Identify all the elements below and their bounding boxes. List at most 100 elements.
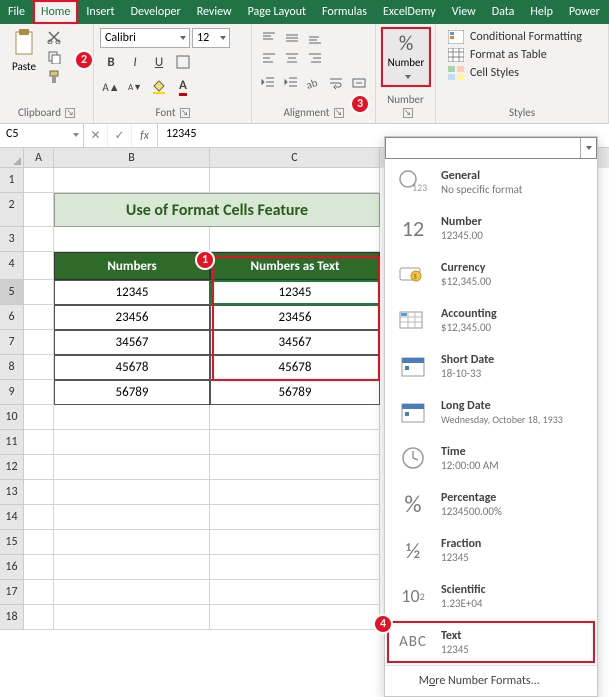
cut-button[interactable] <box>44 28 64 46</box>
conditional-formatting-button[interactable]: Conditional Formatting <box>448 30 596 44</box>
tab-view[interactable]: View <box>444 0 484 24</box>
row-header[interactable]: 12 <box>0 455 24 480</box>
select-all-corner[interactable] <box>0 148 24 168</box>
cell[interactable] <box>24 480 54 505</box>
cell[interactable] <box>210 480 380 505</box>
row-header[interactable]: 3 <box>0 227 24 252</box>
row-header[interactable]: 7 <box>0 330 24 355</box>
row-header[interactable]: 4 <box>0 252 24 280</box>
chevron-down-icon[interactable] <box>580 138 596 158</box>
number-launcher-icon[interactable]: ↘ <box>403 108 413 118</box>
cell[interactable] <box>24 580 54 605</box>
format-text[interactable]: ABC Text12345 <box>385 619 597 665</box>
format-scientific[interactable]: 102 Scientific1.23E+04 <box>385 573 597 619</box>
col-header-a[interactable]: A <box>24 148 54 168</box>
number-format-input[interactable] <box>386 138 580 158</box>
table-header-numbers-as-text[interactable]: Numbers as Text <box>210 252 380 280</box>
row-header[interactable]: 18 <box>0 605 24 630</box>
cell[interactable] <box>54 605 210 630</box>
format-long-date[interactable]: Long DateWednesday, October 18, 1933 <box>385 389 597 435</box>
row-header[interactable]: 9 <box>0 380 24 405</box>
align-right-button[interactable] <box>304 49 326 69</box>
format-time[interactable]: Time12:00:00 AM <box>385 435 597 481</box>
table-cell[interactable]: 12345 <box>54 280 210 305</box>
table-cell[interactable]: 45678 <box>210 355 380 380</box>
table-cell[interactable]: 23456 <box>54 305 210 330</box>
tab-power[interactable]: Power <box>561 0 608 24</box>
align-middle-button[interactable] <box>281 28 303 48</box>
table-cell[interactable]: 34567 <box>54 330 210 355</box>
cell[interactable] <box>24 530 54 555</box>
confirm-entry-button[interactable]: ✓ <box>108 124 132 147</box>
cell[interactable] <box>210 555 380 580</box>
cell[interactable] <box>54 480 210 505</box>
tab-file[interactable]: File <box>0 0 33 24</box>
border-button[interactable] <box>172 51 194 73</box>
row-header[interactable]: 11 <box>0 430 24 455</box>
cell[interactable] <box>24 280 54 305</box>
merge-button[interactable] <box>348 72 369 94</box>
row-header[interactable]: 15 <box>0 530 24 555</box>
font-name-combo[interactable]: Calibri <box>100 28 190 48</box>
cell[interactable] <box>24 455 54 480</box>
cell[interactable] <box>54 430 210 455</box>
format-as-table-button[interactable]: Format as Table <box>448 48 596 62</box>
fill-color-button[interactable] <box>148 76 170 98</box>
cell[interactable] <box>210 580 380 605</box>
more-number-formats[interactable]: More Number Formats... <box>385 665 597 696</box>
cell[interactable] <box>210 530 380 555</box>
cell[interactable] <box>24 380 54 405</box>
tab-exceldemy[interactable]: ExcelDemy <box>375 0 444 24</box>
align-left-button[interactable] <box>258 49 280 69</box>
row-header[interactable]: 1 <box>0 168 24 193</box>
col-header-b[interactable]: B <box>54 148 210 168</box>
cell[interactable] <box>54 405 210 430</box>
underline-button[interactable]: U <box>148 51 170 73</box>
col-header-c[interactable]: C <box>210 148 380 168</box>
paste-button[interactable]: Paste <box>6 28 42 86</box>
cancel-entry-button[interactable]: ✕ <box>84 124 108 147</box>
font-color-button[interactable]: A <box>172 76 194 98</box>
cell[interactable] <box>54 455 210 480</box>
selected-cell[interactable]: 12345 <box>210 280 380 305</box>
row-header[interactable]: 13 <box>0 480 24 505</box>
cell[interactable] <box>54 580 210 605</box>
cell[interactable] <box>54 530 210 555</box>
cell[interactable] <box>24 193 54 227</box>
cell[interactable] <box>24 227 54 252</box>
cell[interactable] <box>210 430 380 455</box>
cell[interactable] <box>24 505 54 530</box>
format-accounting[interactable]: Accounting$12,345.00 <box>385 297 597 343</box>
table-cell[interactable]: 23456 <box>210 305 380 330</box>
table-cell[interactable]: 56789 <box>54 380 210 405</box>
tab-insert[interactable]: Insert <box>78 0 122 24</box>
fx-icon[interactable]: fx <box>132 124 158 147</box>
table-header-numbers[interactable]: Numbers <box>54 252 210 280</box>
font-launcher-icon[interactable]: ↘ <box>180 108 190 118</box>
number-format-search[interactable] <box>385 137 597 159</box>
format-percentage[interactable]: % Percentage1234500.00% <box>385 481 597 527</box>
tab-page-layout[interactable]: Page Layout <box>240 0 314 24</box>
cell[interactable] <box>54 555 210 580</box>
align-center-button[interactable] <box>281 49 303 69</box>
align-bottom-button[interactable] <box>304 28 326 48</box>
number-format-button[interactable]: % Number <box>382 28 430 86</box>
tab-formulas[interactable]: Formulas <box>314 0 375 24</box>
cell[interactable] <box>210 227 380 252</box>
cell-styles-button[interactable]: Cell Styles <box>448 66 596 80</box>
row-header[interactable]: 16 <box>0 555 24 580</box>
format-general[interactable]: 123 GeneralNo specific format <box>385 159 597 205</box>
row-header[interactable]: 2 <box>0 193 24 227</box>
tab-review[interactable]: Review <box>189 0 240 24</box>
format-short-date[interactable]: Short Date18-10-33 <box>385 343 597 389</box>
format-painter-button[interactable] <box>44 68 64 86</box>
font-size-combo[interactable]: 12 <box>192 28 230 48</box>
cell[interactable] <box>54 168 210 193</box>
row-header[interactable]: 6 <box>0 305 24 330</box>
name-box[interactable]: C5 <box>0 124 84 147</box>
format-currency[interactable]: $ Currency$12,345.00 <box>385 251 597 297</box>
row-header[interactable]: 14 <box>0 505 24 530</box>
italic-button[interactable]: I <box>124 51 146 73</box>
cell[interactable] <box>24 605 54 630</box>
alignment-launcher-icon[interactable]: ↘ <box>334 108 344 118</box>
